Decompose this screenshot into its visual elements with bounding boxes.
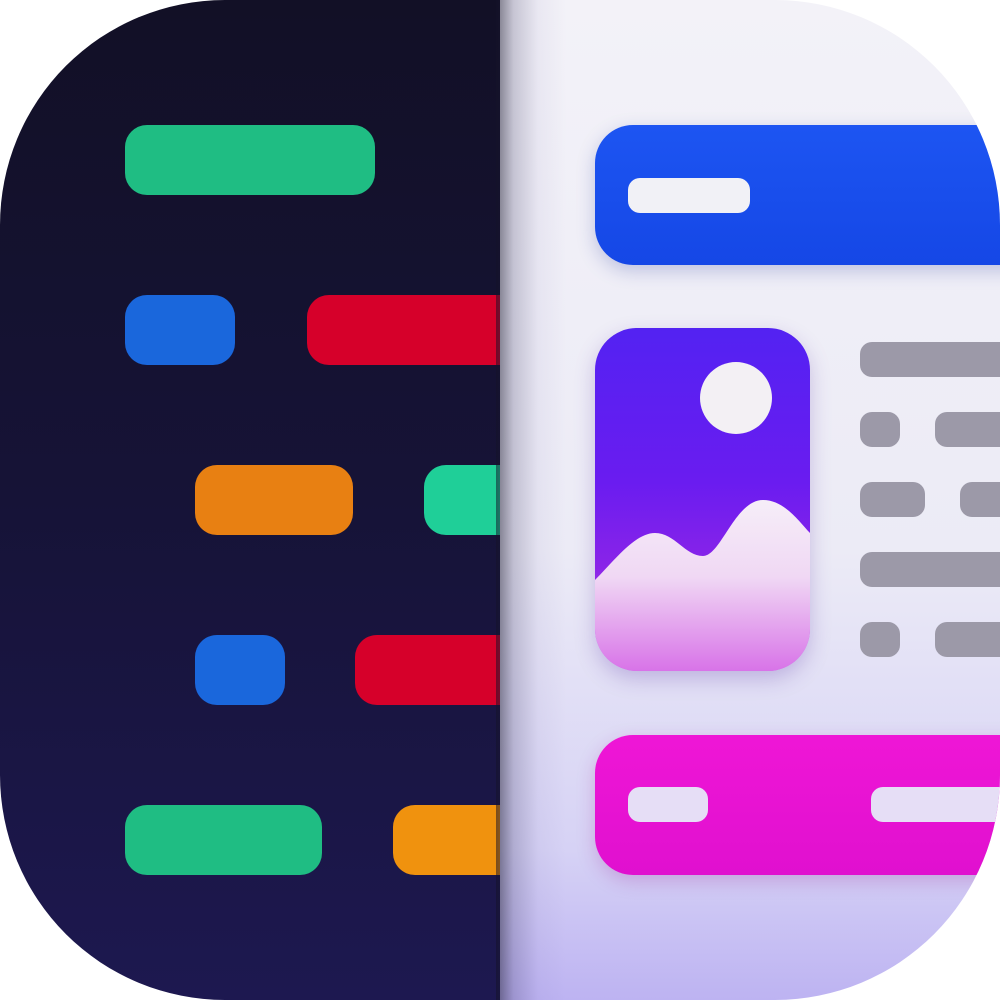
image-placeholder-icon <box>595 328 810 671</box>
sun-icon <box>700 362 772 434</box>
text-placeholder-line <box>860 552 1000 587</box>
code-token-red-2 <box>355 635 500 705</box>
code-token-green-1 <box>125 125 375 195</box>
code-pane <box>0 0 500 1000</box>
text-placeholder-line <box>935 622 1000 657</box>
code-token-orange-1 <box>195 465 353 535</box>
text-placeholder-line <box>860 342 1000 377</box>
code-token-orange-2 <box>393 805 500 875</box>
text-placeholder-line <box>960 482 1000 517</box>
image-landscape-graphic <box>595 362 810 671</box>
text-placeholder-line <box>935 412 1000 447</box>
header-title-placeholder <box>628 178 750 213</box>
code-token-red-1 <box>307 295 500 365</box>
text-placeholder-line <box>860 622 900 657</box>
text-placeholder-line <box>860 482 925 517</box>
footer-right-placeholder <box>871 787 1000 822</box>
code-token-blue-1 <box>125 295 235 365</box>
code-token-blue-2 <box>195 635 285 705</box>
text-placeholder-line <box>860 412 900 447</box>
mountain-icon <box>595 500 810 671</box>
footer-left-placeholder <box>628 787 708 822</box>
code-token-green-2 <box>125 805 322 875</box>
code-token-teal-1 <box>424 465 500 535</box>
app-icon <box>0 0 1000 1000</box>
